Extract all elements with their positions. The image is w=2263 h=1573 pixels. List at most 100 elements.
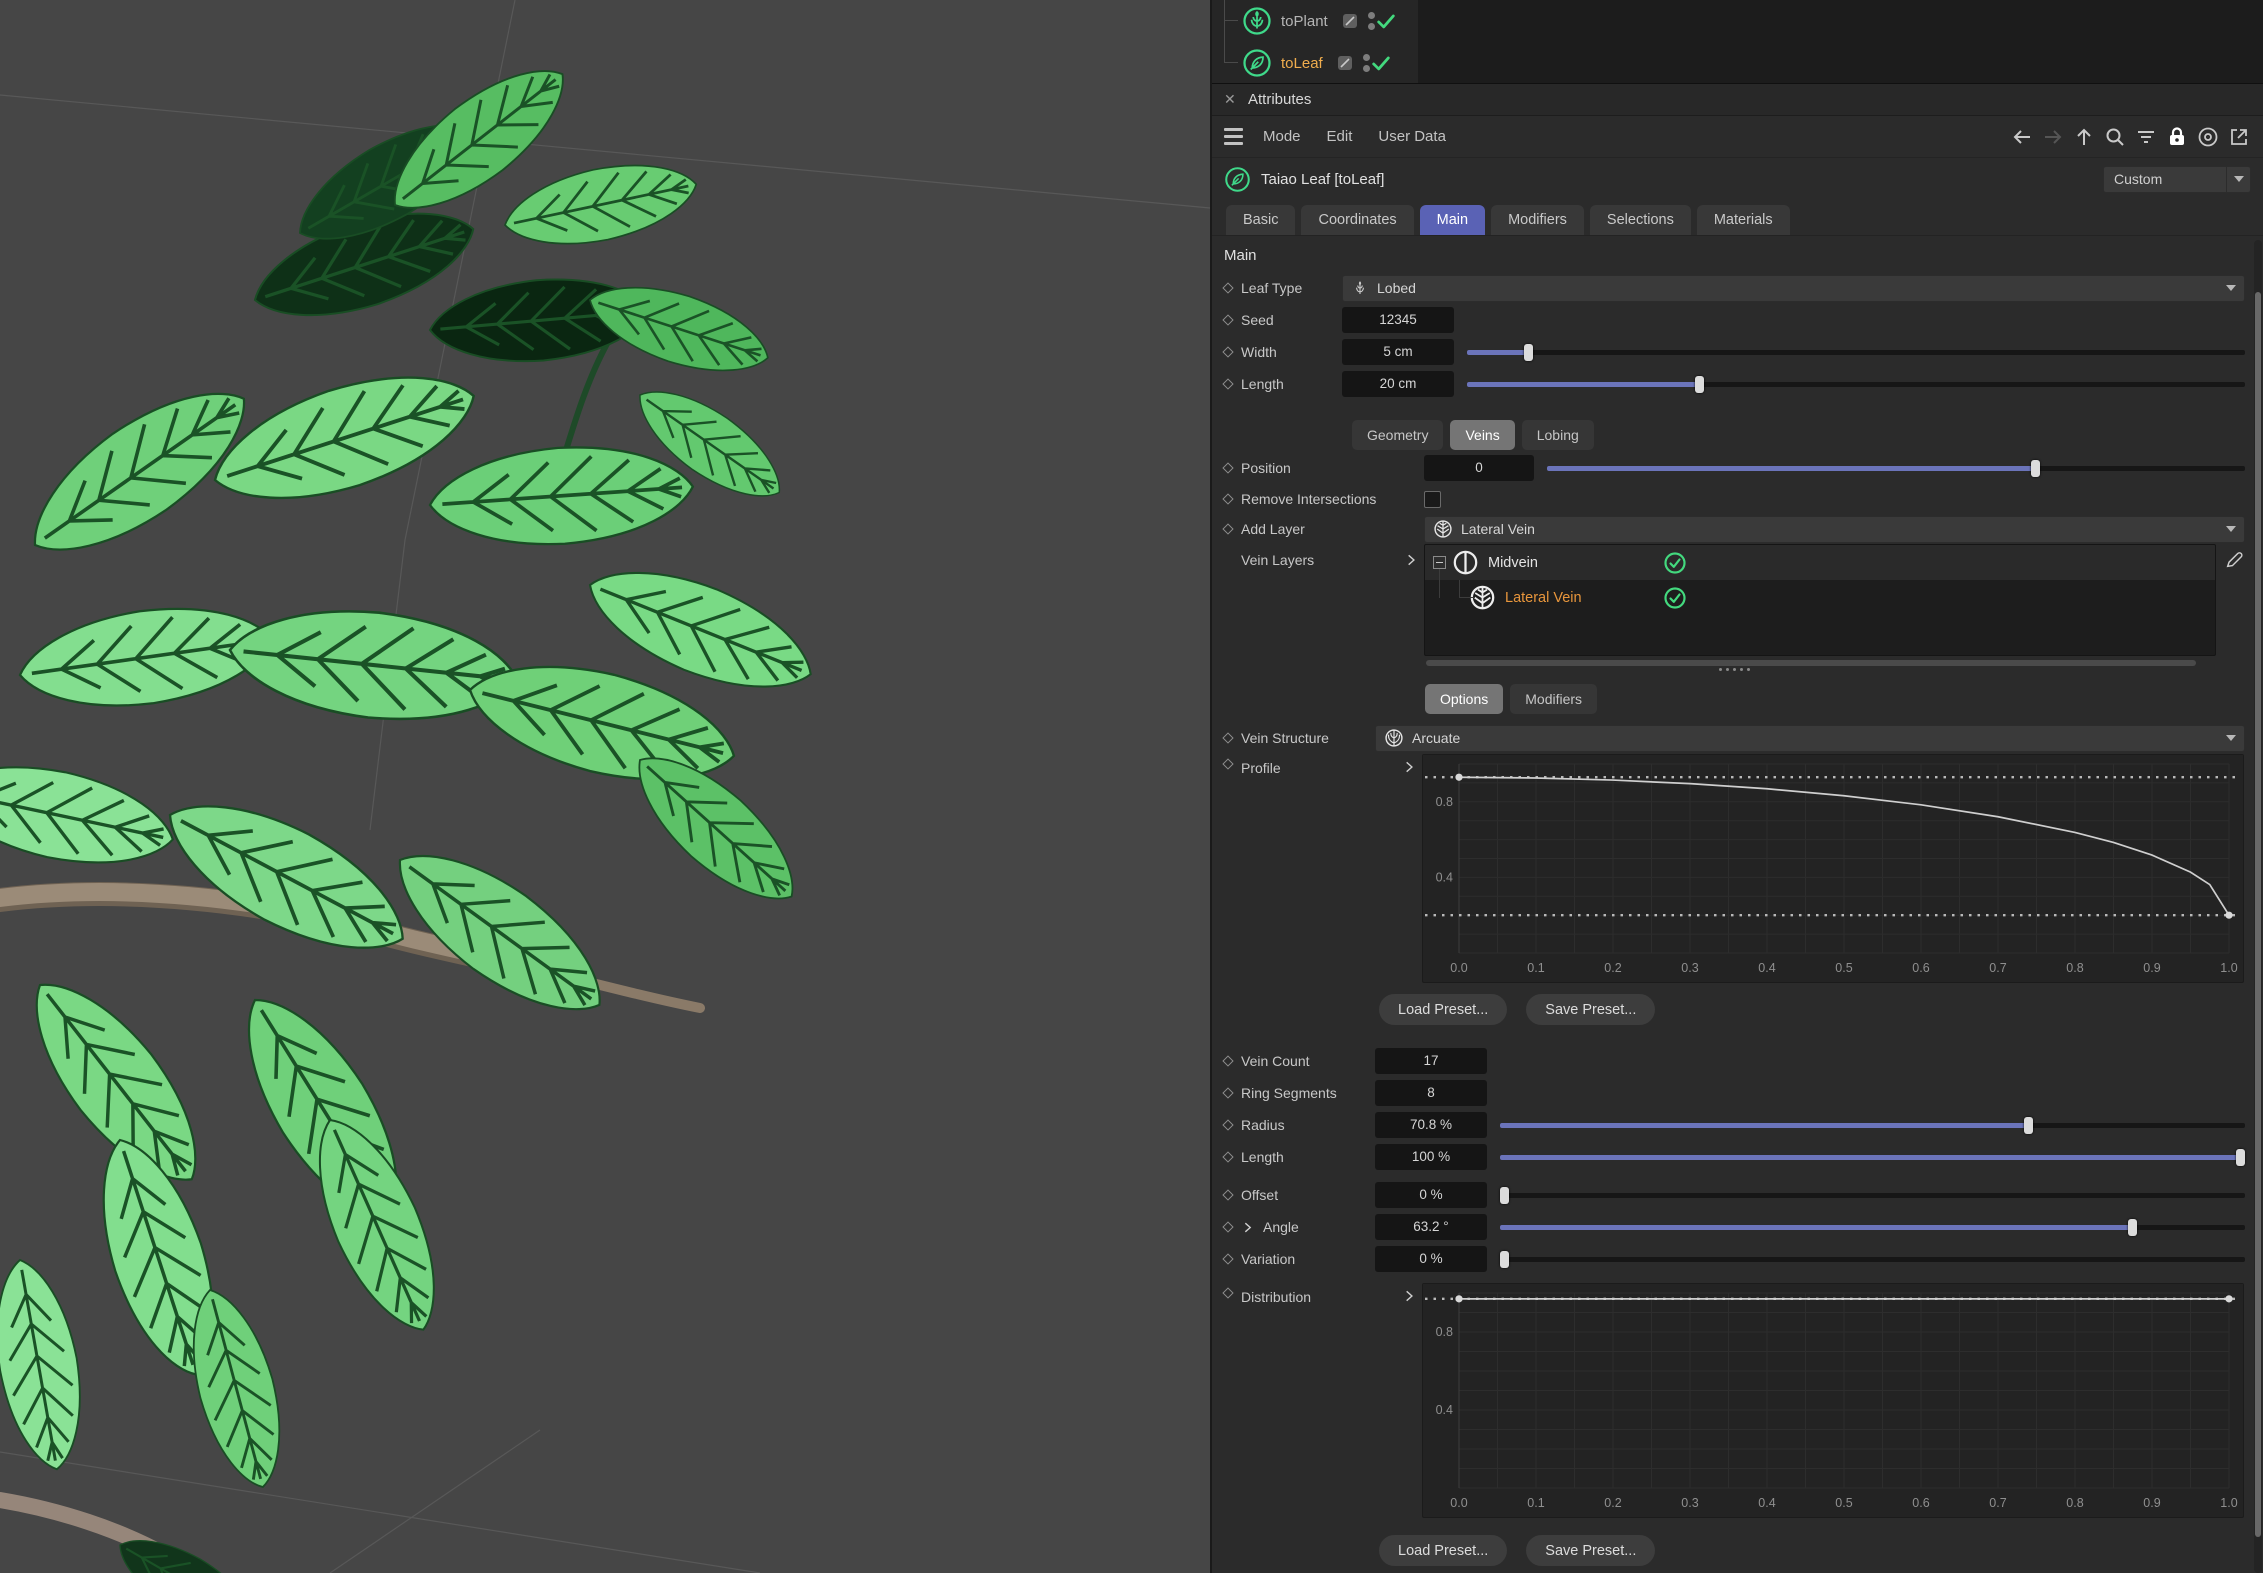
radius-slider[interactable] bbox=[1500, 1123, 2245, 1128]
keyframe-diamond-icon[interactable] bbox=[1222, 1253, 1233, 1264]
horizontal-scrollbar[interactable] bbox=[1426, 660, 2196, 666]
forward-arrow-icon[interactable] bbox=[2041, 125, 2065, 149]
vein-layers-tree[interactable]: Midvein bbox=[1424, 544, 2216, 656]
tab-main[interactable]: Main bbox=[1420, 205, 1485, 235]
menu-mode[interactable]: Mode bbox=[1263, 128, 1301, 145]
viewport-3d[interactable] bbox=[0, 0, 1210, 1573]
subtab-modifiers[interactable]: Modifiers bbox=[1510, 684, 1597, 714]
tab-coordinates[interactable]: Coordinates bbox=[1301, 205, 1413, 235]
vein-structure-dropdown[interactable]: Arcuate bbox=[1375, 725, 2245, 752]
save-preset-button[interactable]: Save Preset... bbox=[1526, 1535, 1655, 1566]
tab-materials[interactable]: Materials bbox=[1697, 205, 1790, 235]
edit-square-icon[interactable] bbox=[1337, 55, 1353, 71]
length-percent-input[interactable]: 100 % bbox=[1375, 1144, 1487, 1170]
remove-intersections-checkbox[interactable] bbox=[1424, 491, 1441, 508]
width-input[interactable]: 5 cm bbox=[1342, 339, 1454, 365]
subtab-veins[interactable]: Veins bbox=[1450, 420, 1514, 450]
position-slider[interactable] bbox=[1547, 466, 2245, 471]
slider-handle[interactable] bbox=[1524, 344, 1533, 361]
scrollbar-thumb[interactable] bbox=[2255, 292, 2261, 1537]
eyedropper-icon[interactable] bbox=[2224, 548, 2246, 570]
visibility-dots-icon[interactable] bbox=[1363, 54, 1370, 72]
subtab-options[interactable]: Options bbox=[1425, 684, 1503, 714]
profile-curve-editor[interactable]: 0.00.10.20.30.40.50.60.70.80.91.00.40.8 bbox=[1422, 754, 2244, 983]
keyframe-diamond-icon[interactable] bbox=[1222, 314, 1233, 325]
leaf-type-dropdown[interactable]: Lobed bbox=[1342, 275, 2245, 302]
keyframe-diamond-icon[interactable] bbox=[1222, 1287, 1233, 1298]
menu-edit[interactable]: Edit bbox=[1327, 128, 1353, 145]
offset-input[interactable]: 0 % bbox=[1375, 1182, 1487, 1208]
keyframe-diamond-icon[interactable] bbox=[1222, 1221, 1233, 1232]
load-preset-button[interactable]: Load Preset... bbox=[1379, 994, 1507, 1025]
subtab-lobing[interactable]: Lobing bbox=[1522, 420, 1594, 450]
object-name[interactable]: toPlant bbox=[1281, 13, 1328, 30]
distribution-curve-editor[interactable]: 0.00.10.20.30.40.50.60.70.80.91.00.40.8 bbox=[1422, 1283, 2244, 1518]
slider-handle[interactable] bbox=[2236, 1149, 2245, 1166]
length-percent-slider[interactable] bbox=[1500, 1155, 2245, 1160]
object-row-toleaf[interactable]: toLeaf bbox=[1212, 42, 2263, 84]
add-layer-dropdown[interactable]: Lateral Vein bbox=[1424, 516, 2245, 543]
width-slider[interactable] bbox=[1467, 350, 2245, 355]
enabled-check-icon[interactable] bbox=[1375, 10, 1397, 32]
length-input[interactable]: 20 cm bbox=[1342, 371, 1454, 397]
chevron-right-icon[interactable] bbox=[1402, 760, 1416, 774]
enabled-check-icon[interactable] bbox=[1370, 52, 1392, 74]
keyframe-diamond-icon[interactable] bbox=[1222, 1087, 1233, 1098]
popout-icon[interactable] bbox=[2227, 125, 2251, 149]
keyframe-diamond-icon[interactable] bbox=[1222, 1119, 1233, 1130]
object-row-toplant[interactable]: toPlant bbox=[1212, 0, 2263, 42]
ring-segments-input[interactable]: 8 bbox=[1375, 1080, 1487, 1106]
chevron-right-icon[interactable] bbox=[1404, 553, 1418, 567]
slider-handle[interactable] bbox=[2128, 1219, 2137, 1236]
filter-icon[interactable] bbox=[2134, 125, 2158, 149]
keyframe-diamond-icon[interactable] bbox=[1222, 1055, 1233, 1066]
enabled-check-circle-icon[interactable] bbox=[1663, 586, 1687, 610]
tab-selections[interactable]: Selections bbox=[1590, 205, 1691, 235]
save-preset-button[interactable]: Save Preset... bbox=[1526, 994, 1655, 1025]
search-icon[interactable] bbox=[2103, 125, 2127, 149]
vertical-scrollbar[interactable] bbox=[2254, 240, 2262, 1573]
expand-collapse-icon[interactable] bbox=[1433, 556, 1446, 569]
position-input[interactable]: 0 bbox=[1424, 455, 1534, 481]
angle-slider[interactable] bbox=[1500, 1225, 2245, 1230]
keyframe-diamond-icon[interactable] bbox=[1222, 462, 1233, 473]
load-preset-button[interactable]: Load Preset... bbox=[1379, 1535, 1507, 1566]
edit-square-icon[interactable] bbox=[1342, 13, 1358, 29]
offset-slider[interactable] bbox=[1500, 1193, 2245, 1198]
variation-slider[interactable] bbox=[1500, 1257, 2245, 1262]
keyframe-diamond-icon[interactable] bbox=[1222, 1189, 1233, 1200]
keyframe-diamond-icon[interactable] bbox=[1222, 523, 1233, 534]
angle-input[interactable]: 63.2 ° bbox=[1375, 1214, 1487, 1240]
slider-handle[interactable] bbox=[1695, 376, 1704, 393]
back-arrow-icon[interactable] bbox=[2010, 125, 2034, 149]
menu-user-data[interactable]: User Data bbox=[1378, 128, 1446, 145]
radius-input[interactable]: 70.8 % bbox=[1375, 1112, 1487, 1138]
chevron-right-icon[interactable] bbox=[1402, 1289, 1416, 1303]
keyframe-diamond-icon[interactable] bbox=[1222, 282, 1233, 293]
keyframe-diamond-icon[interactable] bbox=[1222, 1151, 1233, 1162]
slider-handle[interactable] bbox=[1500, 1187, 1509, 1204]
hamburger-menu-icon[interactable] bbox=[1224, 128, 1243, 145]
tree-row-midvein[interactable]: Midvein bbox=[1425, 545, 2215, 580]
up-arrow-icon[interactable] bbox=[2072, 125, 2096, 149]
chevron-right-icon[interactable] bbox=[1241, 1221, 1254, 1234]
tree-row-lateral-vein[interactable]: Lateral Vein bbox=[1425, 580, 2215, 615]
keyframe-diamond-icon[interactable] bbox=[1222, 732, 1233, 743]
slider-handle[interactable] bbox=[2024, 1117, 2033, 1134]
keyframe-diamond-icon[interactable] bbox=[1222, 346, 1233, 357]
subtab-geometry[interactable]: Geometry bbox=[1352, 420, 1443, 450]
visibility-dots-icon[interactable] bbox=[1368, 12, 1375, 30]
length-slider[interactable] bbox=[1467, 382, 2245, 387]
variation-input[interactable]: 0 % bbox=[1375, 1246, 1487, 1272]
tab-modifiers[interactable]: Modifiers bbox=[1491, 205, 1584, 235]
tab-basic[interactable]: Basic bbox=[1226, 205, 1295, 235]
object-name[interactable]: toLeaf bbox=[1281, 55, 1323, 72]
preset-dropdown[interactable]: Custom bbox=[2103, 166, 2251, 193]
keyframe-diamond-icon[interactable] bbox=[1222, 758, 1233, 769]
keyframe-diamond-icon[interactable] bbox=[1222, 493, 1233, 504]
close-icon[interactable]: ✕ bbox=[1224, 91, 1242, 108]
slider-handle[interactable] bbox=[2031, 460, 2040, 477]
seed-input[interactable]: 12345 bbox=[1342, 307, 1454, 333]
enabled-check-circle-icon[interactable] bbox=[1663, 551, 1687, 575]
lock-icon[interactable] bbox=[2165, 125, 2189, 149]
